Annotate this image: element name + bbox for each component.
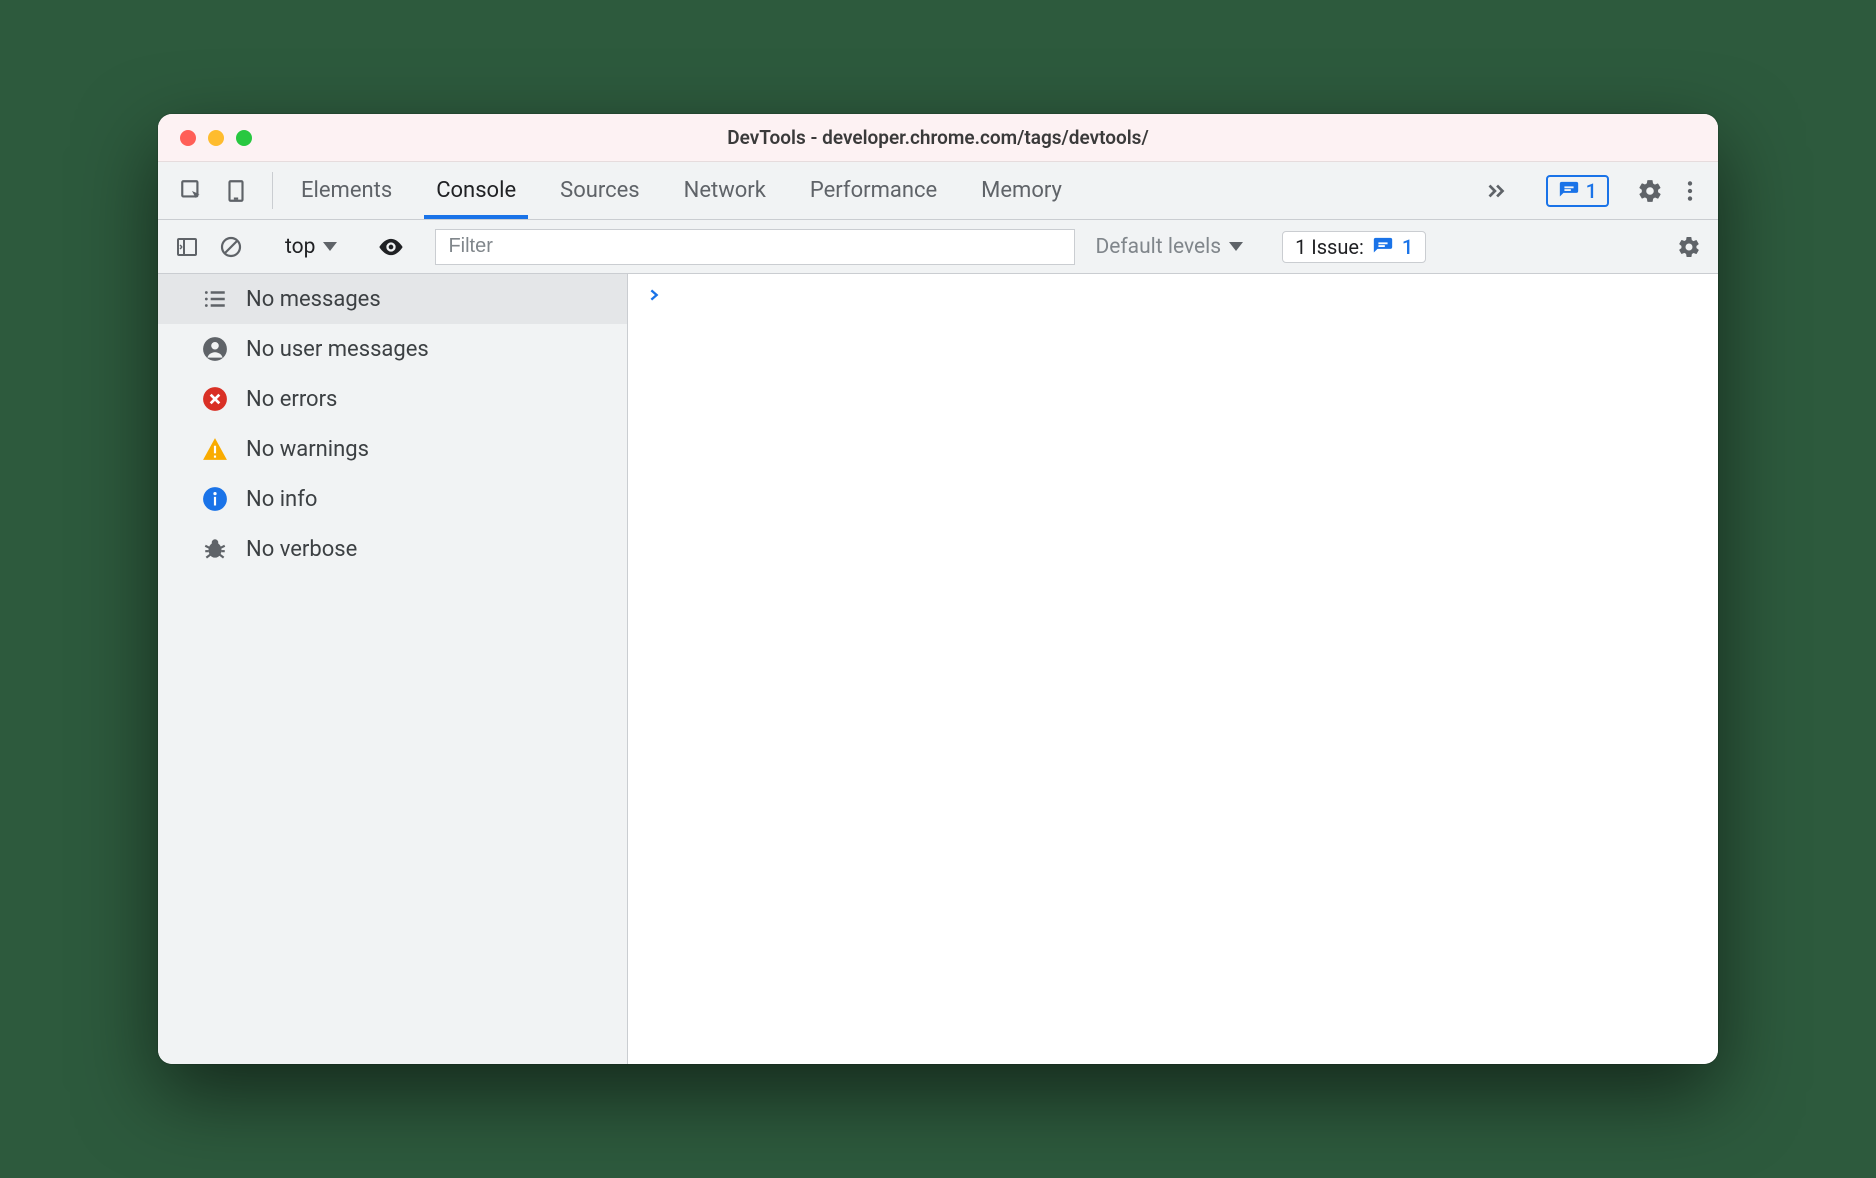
- sidebar-item-info[interactable]: No info: [158, 474, 627, 524]
- main-tabbar: Elements Console Sources Network Perform…: [158, 162, 1718, 220]
- execution-context-selector[interactable]: top: [275, 235, 347, 259]
- traffic-lights: [158, 130, 252, 146]
- console-sidebar: No messages No user messages No errors N…: [158, 274, 628, 1064]
- tab-label: Network: [684, 178, 766, 203]
- console-output[interactable]: [628, 274, 1718, 1064]
- levels-label: Default levels: [1095, 235, 1221, 259]
- context-label: top: [285, 235, 315, 259]
- tab-elements[interactable]: Elements: [279, 162, 414, 219]
- chevron-down-icon: [1229, 242, 1243, 251]
- sidebar-item-label: No errors: [246, 387, 337, 412]
- live-expression-icon[interactable]: [372, 228, 410, 266]
- tab-network[interactable]: Network: [662, 162, 788, 219]
- tab-sources[interactable]: Sources: [538, 162, 662, 219]
- device-toolbar-icon[interactable]: [216, 171, 256, 211]
- info-icon: [202, 486, 228, 512]
- tab-label: Console: [436, 178, 516, 203]
- chat-icon: [1558, 180, 1580, 202]
- more-tabs-icon[interactable]: [1467, 178, 1525, 204]
- log-levels-selector[interactable]: Default levels: [1081, 235, 1257, 259]
- kebab-menu-icon[interactable]: [1670, 171, 1710, 211]
- sidebar-item-verbose[interactable]: No verbose: [158, 524, 627, 574]
- sidebar-item-label: No verbose: [246, 537, 357, 562]
- console-toolbar: top Default levels 1 Issue: 1: [158, 220, 1718, 274]
- sidebar-item-user-messages[interactable]: No user messages: [158, 324, 627, 374]
- titlebar: DevTools - developer.chrome.com/tags/dev…: [158, 114, 1718, 162]
- maximize-window-button[interactable]: [236, 130, 252, 146]
- tab-label: Sources: [560, 178, 640, 203]
- sidebar-item-errors[interactable]: No errors: [158, 374, 627, 424]
- sidebar-item-label: No messages: [246, 287, 381, 312]
- sidebar-item-label: No warnings: [246, 437, 369, 462]
- warning-icon: [202, 436, 228, 462]
- tab-performance[interactable]: Performance: [788, 162, 959, 219]
- settings-icon[interactable]: [1630, 171, 1670, 211]
- issues-counter[interactable]: 1 Issue: 1: [1282, 231, 1426, 263]
- error-icon: [202, 386, 228, 412]
- panel-tabs: Elements Console Sources Network Perform…: [279, 162, 1084, 219]
- sidebar-item-label: No user messages: [246, 337, 429, 362]
- close-window-button[interactable]: [180, 130, 196, 146]
- console-settings-icon[interactable]: [1670, 228, 1708, 266]
- tab-label: Elements: [301, 178, 392, 203]
- clear-console-icon[interactable]: [212, 228, 250, 266]
- tab-label: Memory: [981, 178, 1062, 203]
- sidebar-item-label: No info: [246, 487, 317, 512]
- sidebar-item-messages[interactable]: No messages: [158, 274, 627, 324]
- content-area: No messages No user messages No errors N…: [158, 274, 1718, 1064]
- badge-count: 1: [1586, 179, 1597, 203]
- issues-count: 1: [1402, 235, 1413, 259]
- tab-console[interactable]: Console: [414, 162, 538, 219]
- minimize-window-button[interactable]: [208, 130, 224, 146]
- divider: [272, 172, 273, 209]
- issues-badge[interactable]: 1: [1546, 175, 1609, 207]
- console-prompt-icon: [646, 284, 662, 309]
- bug-icon: [202, 536, 228, 562]
- filter-input[interactable]: [435, 229, 1075, 265]
- window-title: DevTools - developer.chrome.com/tags/dev…: [158, 126, 1718, 149]
- list-icon: [202, 286, 228, 312]
- chevron-down-icon: [323, 242, 337, 251]
- tab-label: Performance: [810, 178, 937, 203]
- toggle-sidebar-icon[interactable]: [168, 228, 206, 266]
- user-icon: [202, 336, 228, 362]
- tab-memory[interactable]: Memory: [959, 162, 1084, 219]
- devtools-window: DevTools - developer.chrome.com/tags/dev…: [158, 114, 1718, 1064]
- chat-icon: [1372, 236, 1394, 258]
- sidebar-item-warnings[interactable]: No warnings: [158, 424, 627, 474]
- inspect-element-icon[interactable]: [172, 171, 212, 211]
- issues-label: 1 Issue:: [1295, 235, 1364, 259]
